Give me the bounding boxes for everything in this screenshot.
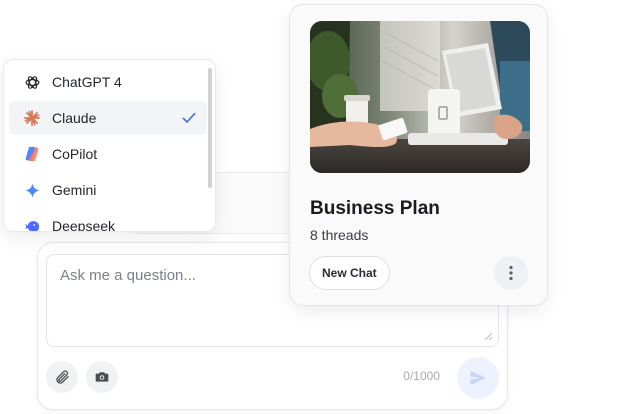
model-label: ChatGPT 4 (52, 74, 122, 90)
copilot-icon (23, 145, 41, 163)
model-option-claude[interactable]: Claude (9, 101, 207, 135)
openai-icon (23, 73, 41, 91)
project-card[interactable]: Business Plan 8 threads New Chat (289, 4, 548, 306)
model-option-chatgpt[interactable]: ChatGPT 4 (9, 65, 207, 99)
dropdown-scrollbar[interactable] (208, 68, 212, 188)
checkmark-icon (182, 112, 196, 123)
gemini-icon (23, 181, 41, 199)
card-title: Business Plan (310, 198, 440, 219)
model-option-gemini[interactable]: Gemini (9, 173, 207, 207)
claude-icon (23, 109, 41, 127)
model-option-deepseek[interactable]: Deepseek (9, 209, 207, 232)
resize-handle-icon[interactable] (484, 332, 493, 341)
send-icon (470, 370, 486, 386)
model-label: Deepseek (52, 218, 116, 232)
send-button[interactable] (457, 357, 499, 399)
paperclip-icon (56, 370, 69, 384)
model-dropdown: ChatGPT 4 Claude CoPilot Gemini Deepseek (3, 59, 216, 232)
attach-button[interactable] (46, 361, 78, 393)
model-label: CoPilot (52, 146, 98, 162)
more-vertical-icon (509, 265, 513, 281)
card-photo (310, 21, 530, 173)
camera-button[interactable] (86, 361, 118, 393)
more-options-button[interactable] (494, 256, 528, 290)
deepseek-icon (23, 217, 41, 231)
thread-count: 8 threads (310, 227, 369, 243)
model-option-copilot[interactable]: CoPilot (9, 137, 207, 171)
model-label: Gemini (52, 182, 97, 198)
camera-icon (95, 372, 109, 382)
character-counter: 0/1000 (403, 369, 440, 383)
model-label: Claude (52, 110, 97, 126)
new-chat-button[interactable]: New Chat (309, 256, 390, 290)
